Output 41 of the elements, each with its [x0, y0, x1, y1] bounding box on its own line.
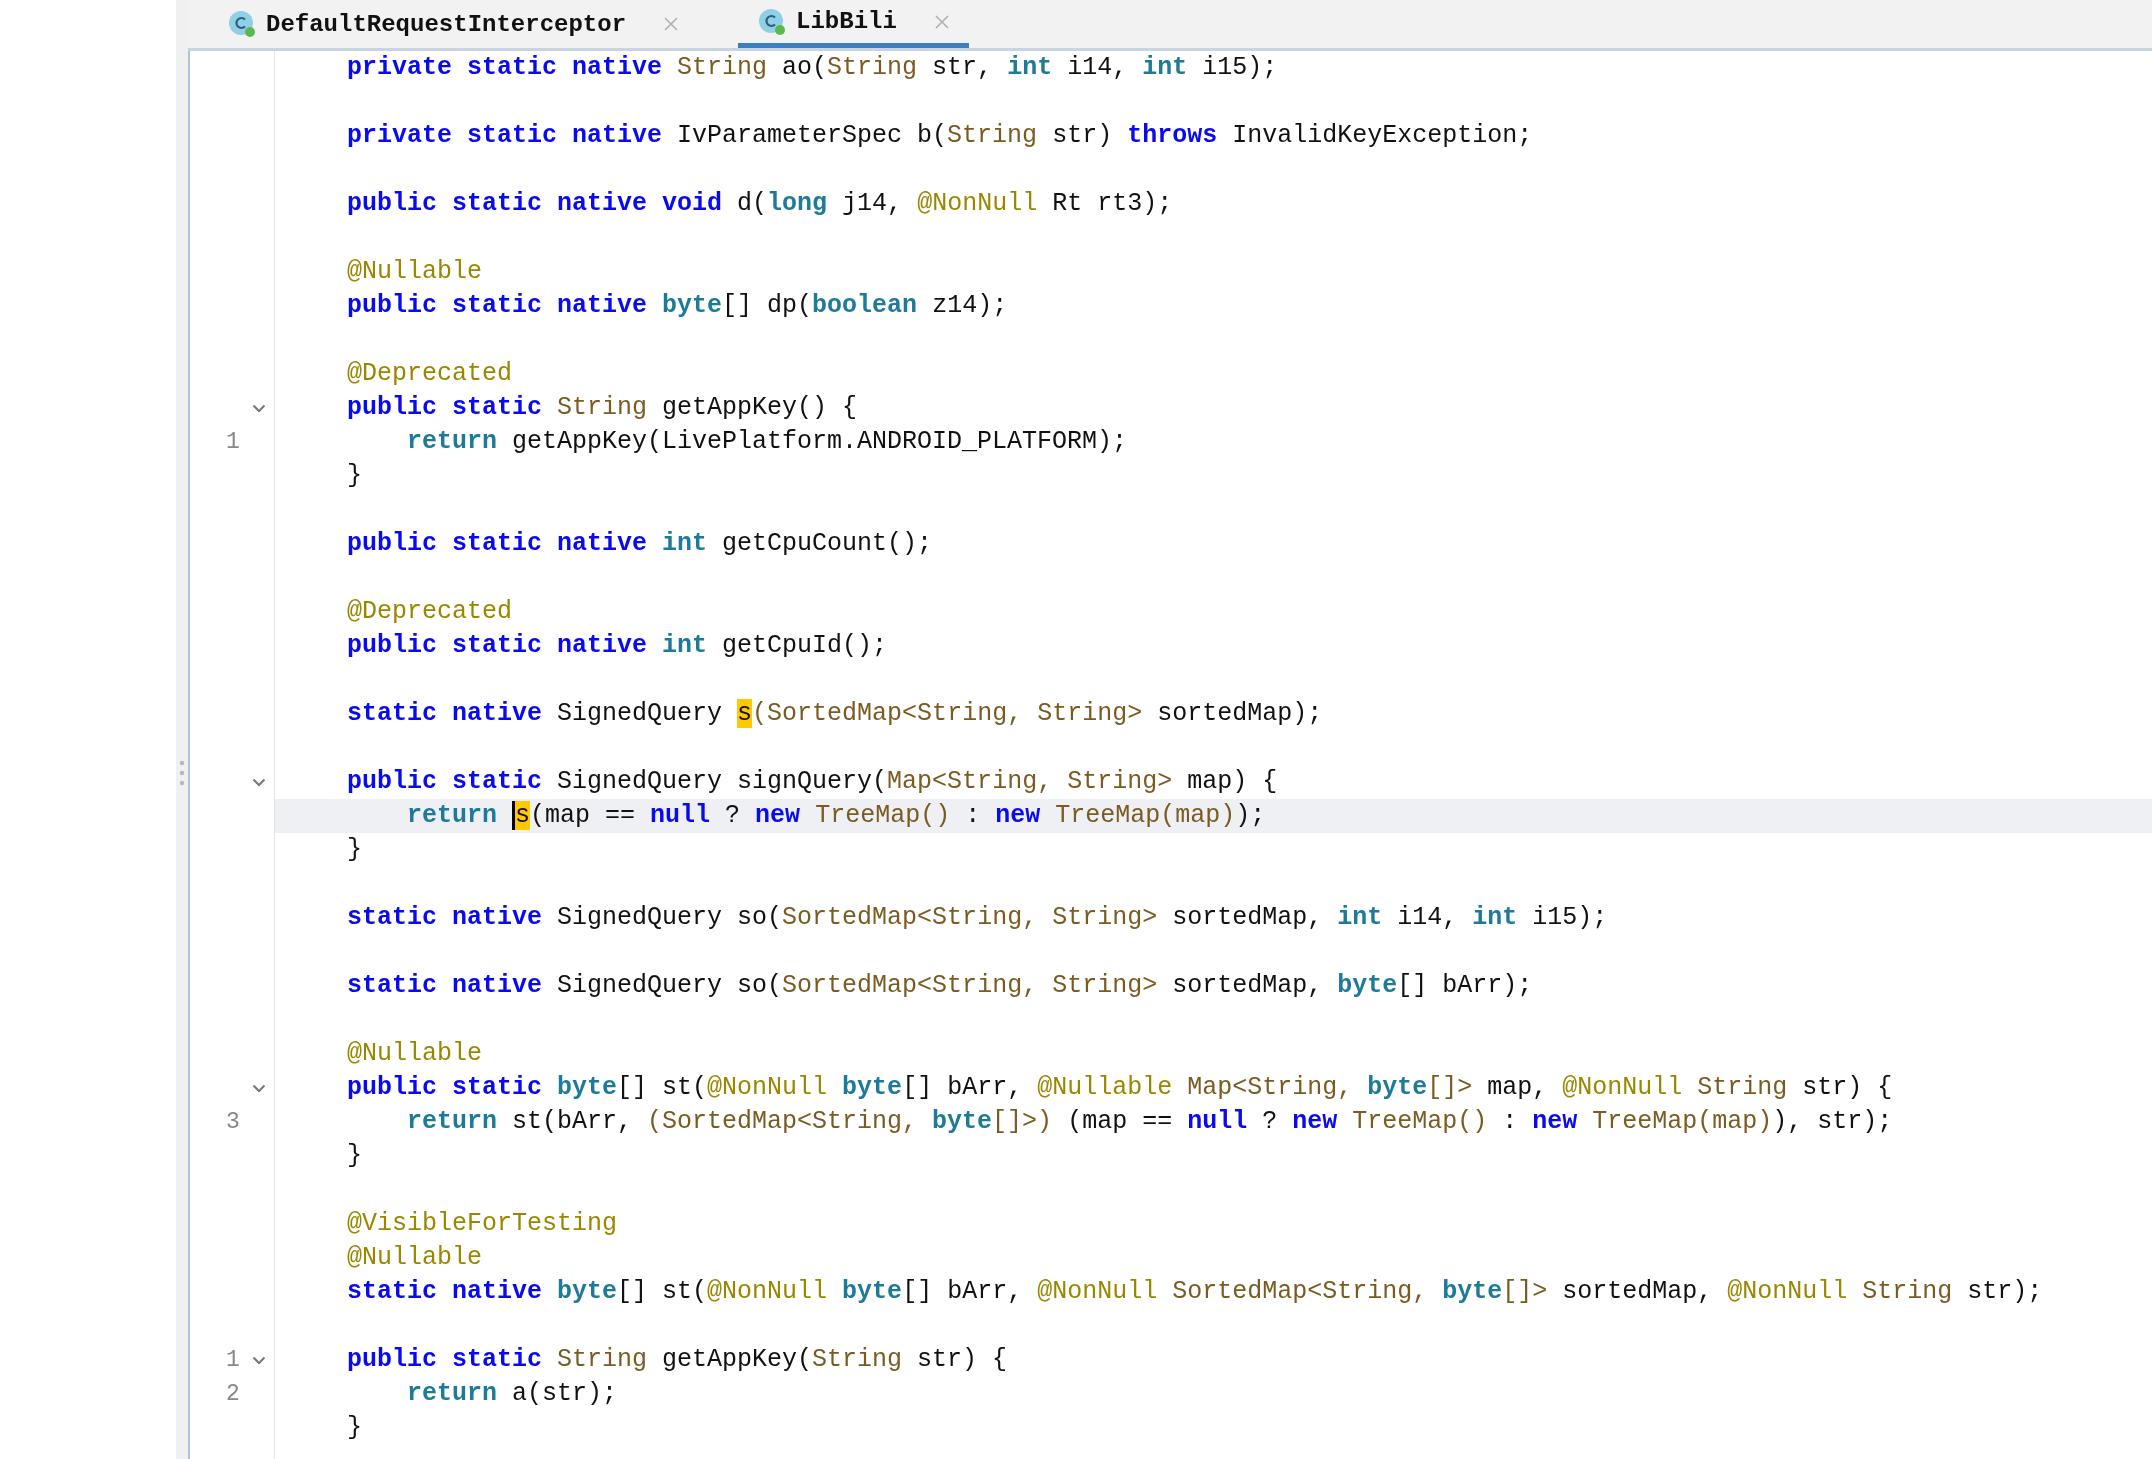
code-line: return a(str);: [407, 1379, 618, 1409]
code-line: }: [347, 1413, 362, 1443]
code-line: public static byte[] st(@NonNull byte[] bArr, @Nullable Map<String, byte[]> map, @NonNull String str) {: [347, 1073, 1893, 1103]
code-line: return getAppKey(LivePlatform.ANDROID_PLATFORM);: [407, 427, 1128, 457]
line-number: 2: [226, 1381, 240, 1407]
code-line: }: [347, 1141, 362, 1171]
class-icon: [228, 10, 256, 38]
fold-chevron-icon[interactable]: [252, 778, 266, 787]
code-line: @VisibleForTesting: [347, 1209, 618, 1239]
code-line: @Nullable: [347, 257, 483, 287]
fold-chevron-icon[interactable]: [252, 404, 266, 413]
line-number: 1: [226, 1347, 240, 1373]
code-line: static native byte[] st(@NonNull byte[] bArr, @NonNull SortedMap<String, byte[]> sortedMap, @NonNull String str);: [347, 1277, 2043, 1307]
code-line: }: [347, 835, 362, 865]
code-line: static native SignedQuery so(SortedMap<String, String> sortedMap, byte[] bArr);: [347, 971, 1533, 1001]
fold-chevron-icon[interactable]: [252, 1084, 266, 1093]
code-line: private static native IvParameterSpec b(String str) throws InvalidKeyException;: [347, 121, 1533, 151]
code-line: public static native int getCpuCount();: [347, 529, 933, 559]
code-line: public static String getAppKey() {: [347, 393, 858, 423]
code-line: public static native int getCpuId();: [347, 631, 888, 661]
code-line: public static String getAppKey(String str) {: [347, 1345, 1008, 1375]
drag-handle-icon[interactable]: [179, 760, 185, 786]
code-line: public static native byte[] dp(boolean z14);: [347, 291, 1008, 321]
editor-tab[interactable]: DefaultRequestInterceptor: [208, 0, 699, 48]
code-line: public static native void d(long j14, @NonNull Rt rt3);: [347, 189, 1173, 219]
code-line: private static native String ao(String str, int i14, int i15);: [347, 53, 1278, 83]
code-line: return st(bArr, (SortedMap<String, byte[]>) (map == null ? new TreeMap() : new TreeMap(map)), str);: [407, 1107, 1893, 1137]
code-line: }: [347, 461, 362, 491]
code-line: @Nullable: [347, 1243, 483, 1273]
class-icon: [758, 7, 787, 36]
code-line: public static SignedQuery signQuery(Map<String, String> map) {: [347, 767, 1278, 797]
code-line: static native SignedQuery so(SortedMap<String, String> sortedMap, int i14, int i15);: [347, 903, 1608, 933]
fold-chevron-icon[interactable]: [252, 1356, 266, 1365]
code-line: @Nullable: [347, 1039, 483, 1069]
code-line: @Deprecated: [347, 359, 513, 389]
code-line: static native SignedQuery s(SortedMap<String, String> sortedMap);: [347, 699, 1323, 729]
code-line: return s(map == null ? new TreeMap() : new TreeMap(map));: [407, 801, 1266, 831]
line-number: 1: [226, 429, 240, 455]
code-line: @Deprecated: [347, 597, 513, 627]
editor-tab[interactable]: LibBili: [738, 0, 969, 48]
line-number: 3: [226, 1109, 240, 1135]
